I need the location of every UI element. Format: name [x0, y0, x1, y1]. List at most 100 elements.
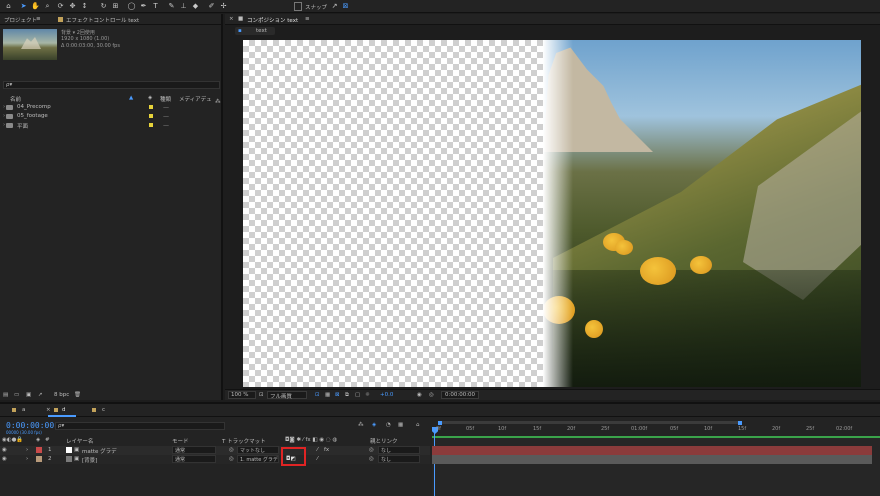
shy-icon[interactable]: ◔: [386, 422, 391, 428]
breadcrumb[interactable]: ▪ text: [235, 27, 275, 35]
snapshot-icon[interactable]: ◉: [417, 392, 422, 398]
label-tag-icon[interactable]: ◈: [36, 437, 40, 443]
mode-select[interactable]: 通常: [172, 455, 216, 463]
table-row[interactable]: ◉ › 1 ▣ matte グラデ 通常 ◎ マットなし ⁄ fx ◎ なし: [0, 446, 430, 455]
pen-tool-icon[interactable]: ✒: [139, 2, 148, 11]
parent-select[interactable]: なし: [378, 446, 420, 454]
work-area-start-handle[interactable]: [438, 421, 442, 425]
mask-visibility-icon[interactable]: ⊠: [335, 392, 340, 398]
quality-icon[interactable]: ⁄: [317, 456, 318, 462]
pan-tool-icon[interactable]: ✥: [68, 2, 77, 11]
hash-icon[interactable]: #: [45, 437, 50, 443]
tab-composition[interactable]: コンポジション text: [247, 16, 298, 24]
close-icon[interactable]: ×: [46, 407, 51, 413]
spiral-icon[interactable]: ◎: [229, 456, 234, 462]
interpret-footage-icon[interactable]: ▤: [3, 392, 8, 398]
render-queue-icon[interactable]: ➚: [38, 392, 43, 398]
trash-icon[interactable]: 🗑: [74, 392, 81, 398]
layer-duration-bar[interactable]: [432, 446, 872, 455]
col-type[interactable]: 種類: [160, 95, 171, 103]
flowchart-icon[interactable]: ⁂: [215, 99, 221, 105]
col-media[interactable]: メディアデュ: [179, 95, 212, 103]
orbit-tool-icon[interactable]: ⟳: [56, 2, 65, 11]
new-folder-icon[interactable]: ▭: [14, 392, 19, 398]
snapping-checkbox[interactable]: [294, 2, 302, 11]
table-row[interactable]: ◉ › 2 ▣ [背景] 通常 ◎ 1. matte グラデ ◘◩ ⁄ ◎ なし: [0, 455, 430, 464]
bpc-toggle[interactable]: 8 bpc: [54, 392, 69, 398]
mode-select[interactable]: 通常: [172, 446, 216, 454]
expand-arrow-icon[interactable]: ›: [26, 456, 28, 462]
parent-pickwhip-icon[interactable]: ◎: [369, 447, 374, 453]
expand-arrow-icon[interactable]: ›: [3, 104, 5, 110]
expand-arrow-icon[interactable]: ›: [3, 122, 5, 128]
label-color-swatch[interactable]: [149, 114, 153, 118]
trackmatte-select[interactable]: マットなし: [237, 446, 279, 454]
ellipse-tool-icon[interactable]: ◯: [127, 2, 136, 11]
project-item[interactable]: › 04_Precomp —: [3, 104, 215, 112]
timeline-timecode[interactable]: 0:00:00:00: [6, 421, 54, 430]
brush-tool-icon[interactable]: ✎: [167, 2, 176, 11]
layer-label-color[interactable]: [36, 456, 42, 462]
col-trackmatte[interactable]: T トラックマット: [222, 437, 266, 445]
region-icon[interactable]: ⊡: [315, 392, 320, 398]
expand-arrow-icon[interactable]: ›: [3, 113, 5, 119]
tab-timeline-c[interactable]: c: [102, 407, 105, 413]
hand-tool-icon[interactable]: ✋: [31, 2, 40, 11]
expand-arrow-icon[interactable]: ›: [26, 447, 28, 453]
type-tool-icon[interactable]: T: [151, 2, 160, 11]
quality-icon[interactable]: ⁄: [317, 447, 318, 453]
safe-area-icon[interactable]: ⊡: [259, 392, 264, 398]
col-parent[interactable]: 親とリンク: [370, 437, 398, 445]
comp-flowchart-icon[interactable]: ⁂: [358, 422, 364, 428]
layer-search-input[interactable]: ρ▾: [55, 422, 225, 430]
graph-editor-icon[interactable]: ⌂: [416, 422, 420, 428]
exposure-value[interactable]: +0.0: [380, 392, 393, 398]
zoom-tool-icon[interactable]: ⌕: [43, 2, 52, 11]
footage-usage[interactable]: 背景 ▾ 2回使用: [61, 29, 95, 36]
project-item[interactable]: › 平面 —: [3, 122, 215, 130]
roto-tool-icon[interactable]: ✐: [207, 2, 216, 11]
anchor-tool-icon[interactable]: ⊞: [111, 2, 120, 11]
eye-icon[interactable]: ◉: [2, 447, 7, 453]
snap-icon[interactable]: ↗: [330, 2, 339, 11]
col-layer-name[interactable]: レイヤー名: [66, 437, 93, 445]
spiral-icon[interactable]: ◎: [229, 447, 234, 453]
layer-name[interactable]: matte グラデ: [82, 447, 117, 455]
eye-icon[interactable]: ◉: [2, 456, 7, 462]
label-color-swatch[interactable]: [149, 123, 153, 127]
layer-duration-bar[interactable]: [432, 455, 872, 464]
snap-grid-icon[interactable]: ⊠: [341, 2, 350, 11]
fx-icon[interactable]: fx: [324, 447, 329, 453]
col-name[interactable]: 名前: [10, 95, 21, 103]
home-icon[interactable]: ⌂: [4, 2, 13, 11]
label-tag-icon[interactable]: ◈: [148, 95, 152, 101]
label-color-swatch[interactable]: [149, 105, 153, 109]
col-mode[interactable]: モード: [172, 437, 189, 445]
project-item[interactable]: › 05_footage —: [3, 113, 215, 121]
sort-up-icon[interactable]: ▲: [129, 95, 133, 101]
parent-pickwhip-icon[interactable]: ◎: [369, 456, 374, 462]
work-area-track[interactable]: [438, 421, 738, 424]
show-snapshot-icon[interactable]: ◎: [429, 392, 434, 398]
tab-effect-controls[interactable]: エフェクトコントロール text: [66, 16, 139, 24]
lock-icon[interactable]: ■: [238, 16, 243, 22]
frame-blend-icon[interactable]: ▦: [398, 422, 403, 428]
close-icon[interactable]: ×: [229, 16, 234, 22]
tab-timeline-d[interactable]: d: [62, 407, 66, 413]
eraser-tool-icon[interactable]: ◆: [191, 2, 200, 11]
tab-project[interactable]: プロジェクト: [4, 16, 37, 24]
new-comp-icon[interactable]: ▣: [26, 392, 31, 398]
menu-icon[interactable]: ≡: [305, 16, 310, 22]
parent-select[interactable]: なし: [378, 455, 420, 463]
clone-tool-icon[interactable]: ⊥: [179, 2, 188, 11]
work-area-end-handle[interactable]: [738, 421, 742, 425]
tab-timeline-a[interactable]: a: [22, 407, 25, 413]
puppet-tool-icon[interactable]: ✢: [219, 2, 228, 11]
layer-name[interactable]: [背景]: [82, 456, 97, 464]
views-icon[interactable]: ▢: [355, 392, 360, 398]
selection-tool-icon[interactable]: ➤: [19, 2, 28, 11]
trackmatte-select[interactable]: 1. matte グラデ: [237, 455, 279, 463]
menu-icon[interactable]: ≡: [36, 16, 41, 22]
dolly-tool-icon[interactable]: ↕: [80, 2, 89, 11]
rotate-tool-icon[interactable]: ↻: [99, 2, 108, 11]
